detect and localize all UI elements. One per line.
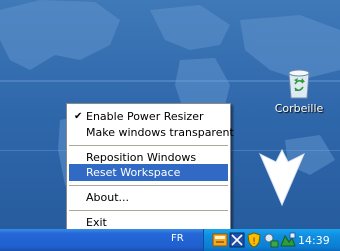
recycle-bin-label: Corbeille: [274, 102, 324, 115]
menu-separator: [69, 210, 228, 211]
context-menu: ✔ Enable Power Resizer Make windows tran…: [66, 103, 234, 235]
pointer-arrow-graphic: [258, 148, 306, 207]
menu-item-about[interactable]: About...: [69, 189, 228, 206]
display-settings-icon[interactable]: [280, 232, 296, 248]
menu-item-label: Reset Workspace: [86, 166, 181, 179]
menu-item-label: Exit: [86, 216, 107, 229]
menu-item-make-windows-transparent[interactable]: Make windows transparent: [69, 124, 234, 141]
network-icon[interactable]: [229, 232, 245, 248]
menu-item-label: About...: [86, 191, 130, 204]
menu-item-label: Reposition Windows: [86, 151, 197, 164]
menu-item-label: Enable Power Resizer: [86, 110, 204, 123]
menu-item-enable-power-resizer[interactable]: ✔ Enable Power Resizer: [69, 108, 228, 125]
recycle-bin[interactable]: Corbeille: [268, 64, 330, 115]
recycle-bin-icon: [288, 69, 310, 99]
menu-item-reset-workspace[interactable]: Reset Workspace: [69, 164, 228, 181]
svg-text:!: !: [252, 237, 256, 247]
menu-item-label: Make windows transparent: [86, 126, 234, 139]
menu-separator: [69, 145, 228, 146]
menu-separator: [69, 185, 228, 186]
checkmark-icon: ✔: [74, 111, 83, 122]
clock[interactable]: 14:39: [298, 234, 330, 247]
safely-remove-hardware-icon[interactable]: [263, 232, 279, 248]
language-indicator[interactable]: FR: [171, 233, 184, 244]
power-resizer-icon[interactable]: [212, 232, 228, 248]
security-shield-icon[interactable]: !: [246, 232, 262, 248]
